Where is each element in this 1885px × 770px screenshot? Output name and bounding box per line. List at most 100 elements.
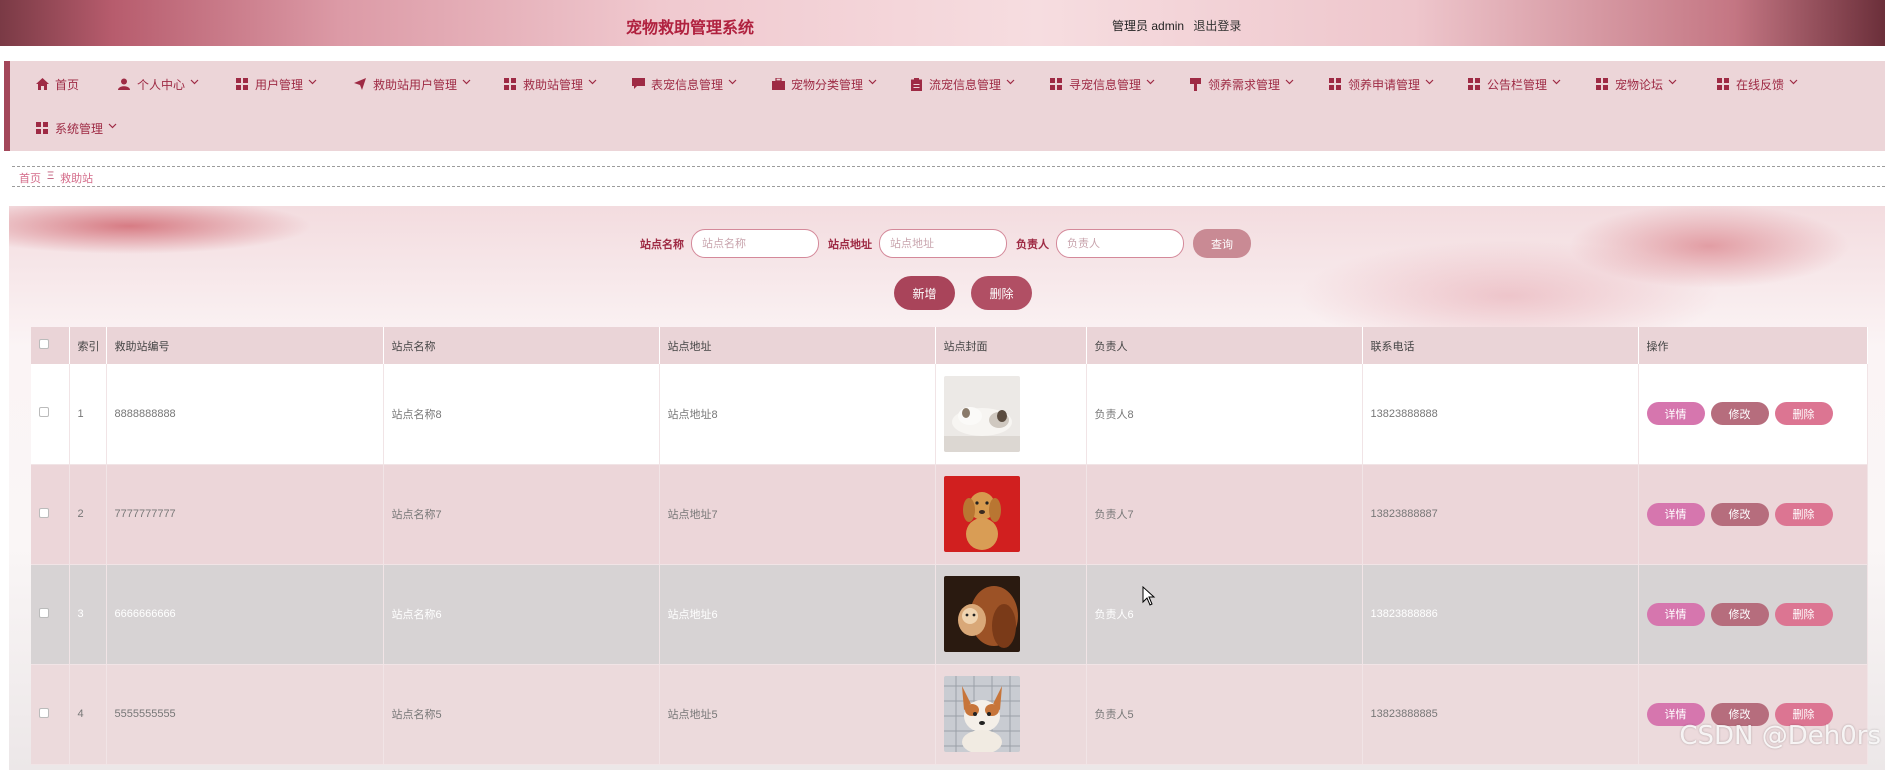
nav-item-lost-pet-management[interactable]: 寻宠信息管理 xyxy=(1049,73,1156,95)
station-name: 站点名称5 xyxy=(383,664,660,765)
nav-item-pet-forum[interactable]: 宠物论坛 xyxy=(1595,73,1678,95)
chevron-down-icon xyxy=(1789,79,1799,89)
search-bar: 站点名称 站点地址 负责人 查询 xyxy=(640,229,1251,258)
station-address: 站点地址7 xyxy=(659,464,936,565)
station-code: 6666666666 xyxy=(106,564,384,665)
table-header-row: 索引 救助站编号 站点名称 站点地址 站点封面 负责人 联系电话 操作 xyxy=(31,327,1868,364)
nav-item-system-management[interactable]: 系统管理 xyxy=(35,117,118,139)
nav-item-adoption-need-management[interactable]: 领养需求管理 xyxy=(1188,73,1295,95)
station-table: 索引 救助站编号 站点名称 站点地址 站点封面 负责人 联系电话 操作 1 88… xyxy=(31,327,1868,765)
manager: 负责人5 xyxy=(1086,664,1363,765)
detail-button[interactable]: 详情 xyxy=(1646,402,1705,426)
delete-button[interactable]: 删除 xyxy=(1774,602,1833,626)
clipboard-icon xyxy=(909,77,923,91)
watermark: CSDN @Deh0rs xyxy=(1679,721,1881,751)
dog-and-cat-photo xyxy=(943,576,1020,652)
nav-item-stray-pet-management[interactable]: 流宠信息管理 xyxy=(909,73,1016,95)
nav-item-adoption-application-management[interactable]: 领养申请管理 xyxy=(1328,73,1435,95)
row-index: 3 xyxy=(69,564,107,665)
table-row: 1 8888888888 站点名称8 站点地址8 负责人8 1382388888… xyxy=(31,364,1868,465)
phone: 13823888887 xyxy=(1362,464,1639,565)
column-header: 站点名称 xyxy=(383,327,660,364)
edit-button[interactable]: 修改 xyxy=(1710,502,1769,526)
select-all-checkbox[interactable] xyxy=(39,339,49,349)
nav-item-user-management[interactable]: 用户管理 xyxy=(235,73,318,95)
grid-icon xyxy=(503,77,517,91)
batch-delete-button[interactable]: 删除 xyxy=(971,276,1032,310)
manager-input[interactable] xyxy=(1056,229,1184,258)
grid-icon xyxy=(35,121,49,135)
chevron-down-icon xyxy=(1552,79,1562,89)
nav-item-notice-management[interactable]: 公告栏管理 xyxy=(1467,73,1562,95)
row-checkbox[interactable] xyxy=(39,407,49,418)
nav-item-label: 首页 xyxy=(55,77,80,92)
nav-item-pet-info-management[interactable]: 表宠信息管理 xyxy=(631,73,738,95)
nav-item-label: 宠物论坛 xyxy=(1615,77,1664,92)
column-header: 索引 xyxy=(69,327,107,364)
nav-item-label: 领养申请管理 xyxy=(1348,77,1421,92)
grid-icon xyxy=(1049,77,1063,91)
edit-button[interactable]: 修改 xyxy=(1710,402,1769,426)
grid-icon xyxy=(1716,77,1730,91)
breadcrumb-divider-top xyxy=(12,166,1885,167)
chevron-down-icon xyxy=(868,79,878,89)
grid-icon xyxy=(1467,77,1481,91)
pin-icon xyxy=(1188,77,1202,91)
breadcrumb-separator-icon: Ξ xyxy=(47,170,55,182)
chevron-down-icon xyxy=(588,79,598,89)
delete-button[interactable]: 删除 xyxy=(1774,402,1833,426)
column-header: 负责人 xyxy=(1086,327,1363,364)
add-button[interactable]: 新增 xyxy=(894,276,955,310)
table-row: 3 6666666666 站点名称6 站点地址6 负责人6 1382388888… xyxy=(31,564,1868,665)
table-row: 2 7777777777 站点名称7 站点地址7 负责人7 1382388888… xyxy=(31,464,1868,565)
station-address: 站点地址6 xyxy=(659,564,936,665)
delete-button[interactable]: 删除 xyxy=(1774,502,1833,526)
username: admin xyxy=(1151,19,1185,33)
station-name: 站点名称6 xyxy=(383,564,660,665)
phone: 13823888888 xyxy=(1362,364,1639,465)
top-header: 宠物救助管理系统 管理员 admin 退出登录 xyxy=(0,0,1885,46)
nav-item-online-feedback[interactable]: 在线反馈 xyxy=(1716,73,1799,95)
nav-item-label: 系统管理 xyxy=(55,121,104,136)
breadcrumb-home[interactable]: 首页 xyxy=(19,170,41,186)
nav-item-home[interactable]: 首页 xyxy=(35,73,79,95)
row-index: 4 xyxy=(69,664,107,765)
nav-item-label: 个人中心 xyxy=(137,77,186,92)
detail-button[interactable]: 详情 xyxy=(1646,502,1705,526)
station-name-input[interactable] xyxy=(691,229,819,258)
row-checkbox[interactable] xyxy=(39,707,49,718)
nav-item-station-management[interactable]: 救助站管理 xyxy=(503,73,598,95)
nav-item-label: 救助站用户管理 xyxy=(373,77,458,92)
chevron-down-icon xyxy=(1285,79,1295,89)
home-icon xyxy=(35,77,49,91)
select-all-cell[interactable] xyxy=(31,327,70,364)
detail-button[interactable]: 详情 xyxy=(1646,602,1705,626)
column-header: 站点地址 xyxy=(659,327,936,364)
nav-item-label: 在线反馈 xyxy=(1736,77,1785,92)
chat-icon xyxy=(631,77,645,91)
logout-link[interactable]: 退出登录 xyxy=(1193,19,1241,33)
nav-item-label: 表宠信息管理 xyxy=(651,77,724,92)
chevron-down-icon xyxy=(728,79,738,89)
station-address-input[interactable] xyxy=(879,229,1007,258)
chevron-down-icon xyxy=(108,123,118,133)
row-checkbox[interactable] xyxy=(39,507,49,518)
nav-item-station-user-management[interactable]: 救助站用户管理 xyxy=(353,73,472,95)
nav-item-pet-category-management[interactable]: 宠物分类管理 xyxy=(771,73,878,95)
grid-icon xyxy=(1328,77,1342,91)
column-header: 站点封面 xyxy=(935,327,1087,364)
station-name-label: 站点名称 xyxy=(640,238,684,251)
manager-label: 负责人 xyxy=(1016,238,1049,251)
breadcrumb-divider-bottom xyxy=(12,186,1885,187)
chevron-down-icon xyxy=(308,79,318,89)
send-icon xyxy=(353,77,367,91)
chevron-down-icon xyxy=(462,79,472,89)
nav-item-profile[interactable]: 个人中心 xyxy=(117,73,200,95)
manager: 负责人6 xyxy=(1086,564,1363,665)
row-checkbox[interactable] xyxy=(39,607,49,618)
phone: 13823888885 xyxy=(1362,664,1639,765)
query-button[interactable]: 查询 xyxy=(1193,229,1251,258)
nav-item-label: 救助站管理 xyxy=(523,77,584,92)
manager: 负责人7 xyxy=(1086,464,1363,565)
edit-button[interactable]: 修改 xyxy=(1710,602,1769,626)
